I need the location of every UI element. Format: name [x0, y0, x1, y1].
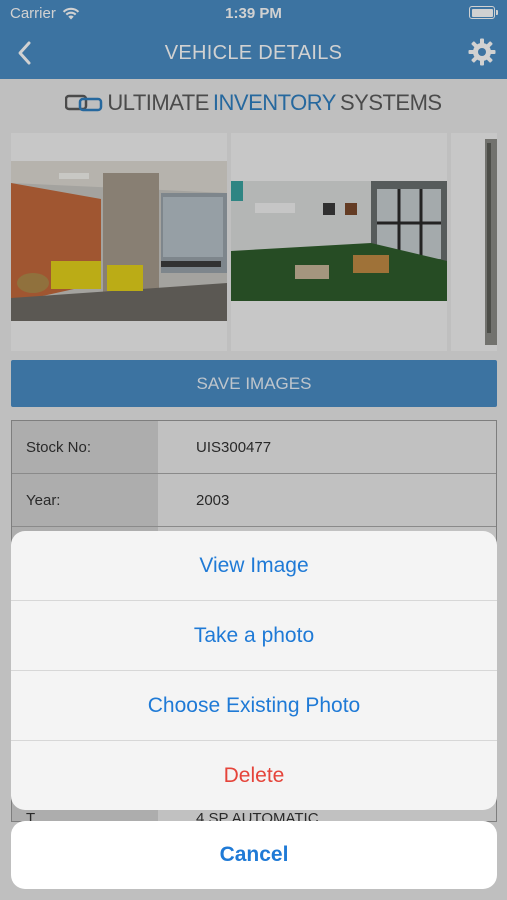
take-photo-button[interactable]: Take a photo: [11, 601, 497, 671]
image-action-sheet: View Image Take a photo Choose Existing …: [11, 531, 497, 810]
choose-existing-photo-button[interactable]: Choose Existing Photo: [11, 671, 497, 741]
cancel-button[interactable]: Cancel: [11, 821, 497, 889]
view-image-button[interactable]: View Image: [11, 531, 497, 601]
delete-button[interactable]: Delete: [11, 741, 497, 810]
